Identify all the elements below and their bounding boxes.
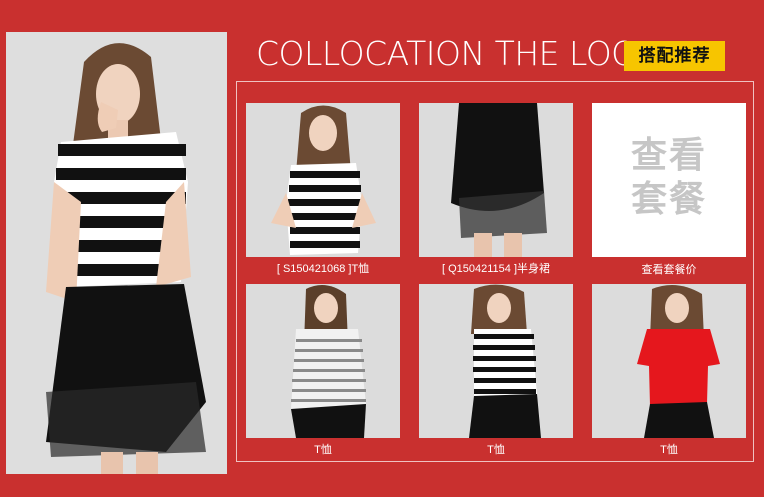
product-caption[interactable]: [ S150421068 ]T恤: [277, 262, 369, 276]
product-image: [419, 103, 573, 257]
section-title: COLLOCATION THE LOOK: [256, 34, 658, 73]
product-image: [246, 284, 400, 438]
product-image: [419, 284, 573, 438]
product-caption[interactable]: [ Q150421154 ]半身裙: [442, 262, 550, 276]
view-package-line1: 查看: [630, 134, 707, 175]
view-package-box[interactable]: 查看 套餐: [592, 103, 746, 257]
product-caption[interactable]: T恤: [314, 443, 332, 457]
main-model-photo[interactable]: [6, 32, 227, 474]
view-package-text: 查看 套餐: [592, 133, 746, 221]
view-package-caption[interactable]: 查看套餐价: [642, 263, 697, 277]
product-tile-skirt[interactable]: [419, 103, 573, 257]
model-image: [6, 32, 227, 474]
product-image: [592, 284, 746, 438]
product-tile-bw-stripe-tee[interactable]: [419, 284, 573, 438]
product-image: [246, 103, 400, 257]
product-tile-grey-stripe-tee[interactable]: [246, 284, 400, 438]
recommendation-tag: 搭配推荐: [624, 41, 725, 71]
view-package-line2: 套餐: [630, 178, 707, 219]
product-caption[interactable]: T恤: [487, 443, 505, 457]
product-tile-striped-tee[interactable]: [246, 103, 400, 257]
product-caption[interactable]: T恤: [660, 443, 678, 457]
collocation-banner: COLLOCATION THE LOOK 搭配推荐 [ S150421068 ]…: [0, 0, 764, 497]
product-tile-red-tee[interactable]: [592, 284, 746, 438]
